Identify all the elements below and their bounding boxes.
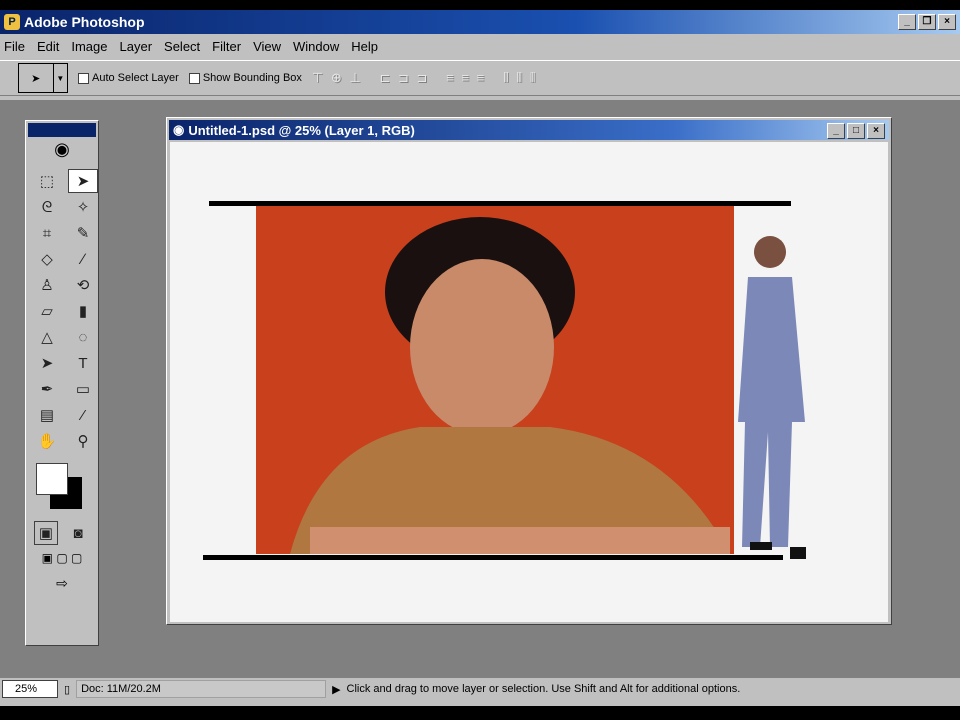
status-menu-arrow-icon[interactable]: ▶ — [332, 683, 340, 696]
toolbox-header — [28, 123, 96, 137]
minimize-button[interactable]: _ — [898, 14, 916, 30]
mask-modes: ▣ ◙ — [26, 521, 98, 545]
menu-edit[interactable]: Edit — [37, 39, 59, 54]
auto-select-layer-checkbox[interactable]: Auto Select Layer — [78, 72, 179, 84]
foreground-color[interactable] — [36, 463, 68, 495]
menu-help[interactable]: Help — [351, 39, 378, 54]
align-buttons[interactable]: ⊤ ⊕ ⊥ ⊏ ⊐ ⊐ ≡ ≡ ≡ ⦀ ⦀ ⦀ — [312, 70, 538, 86]
lasso-tool-icon[interactable]: ᘓ — [32, 195, 62, 219]
toolbox: ◉ ⬚ ➤ ᘓ ✧ ⌗ ✎ ◇ ∕ ♙ ⟲ ▱ ▮ △ ◌ ➤ T ✒ ▭ ▤ — [25, 120, 99, 646]
standard-mode-icon[interactable]: ▣ — [34, 521, 58, 545]
adobe-eye-icon[interactable]: ◉ — [26, 139, 98, 165]
color-swatches — [26, 457, 98, 513]
menu-window[interactable]: Window — [293, 39, 339, 54]
doc-info-icon[interactable]: ▯ — [64, 683, 70, 696]
app-title: Adobe Photoshop — [24, 14, 145, 30]
eyedropper-icon[interactable]: ⁄ — [68, 403, 98, 427]
move-tool-icon: ➤ — [19, 64, 54, 92]
arms — [310, 527, 730, 554]
auto-select-label: Auto Select Layer — [92, 72, 179, 84]
show-bounding-box-checkbox[interactable]: Show Bounding Box — [188, 72, 302, 84]
app-titlebar: P Adobe Photoshop _ ❐ × — [0, 10, 960, 34]
doc-minimize-button[interactable]: _ — [827, 123, 845, 139]
healing-brush-icon[interactable]: ◇ — [32, 247, 62, 271]
jump-to-imageready-icon[interactable]: ⇨ — [26, 575, 98, 592]
close-button[interactable]: × — [938, 14, 956, 30]
menu-bar: File Edit Image Layer Select Filter View… — [0, 35, 378, 57]
menu-filter[interactable]: Filter — [212, 39, 241, 54]
man-head — [754, 236, 786, 268]
doc-size[interactable]: Doc: 11M/20.2M — [76, 680, 327, 698]
zoom-tool-icon[interactable]: ⚲ — [68, 429, 98, 453]
history-brush-icon[interactable]: ⟲ — [68, 273, 98, 297]
menu-layer[interactable]: Layer — [120, 39, 153, 54]
clone-stamp-icon[interactable]: ♙ — [32, 273, 62, 297]
tool-preset-picker[interactable]: ➤ ▼ — [18, 63, 68, 93]
quick-mask-icon[interactable]: ◙ — [66, 521, 90, 545]
document-window: ◉ Untitled-1.psd @ 25% (Layer 1, RGB) _ … — [166, 117, 892, 625]
pen-tool-icon[interactable]: ✒ — [32, 377, 62, 401]
top-black-line — [209, 201, 791, 206]
bounding-box-label: Show Bounding Box — [202, 72, 302, 84]
menu-file[interactable]: File — [4, 39, 25, 54]
status-hint: Click and drag to move layer or selectio… — [346, 683, 741, 695]
canvas-artwork — [203, 201, 806, 560]
menu-select[interactable]: Select — [164, 39, 200, 54]
photoshop-window: P Adobe Photoshop _ ❐ × File Edit Image … — [0, 10, 960, 706]
menu-view[interactable]: View — [253, 39, 281, 54]
document-icon: ◉ — [173, 122, 185, 137]
zoom-field[interactable]: 25% — [2, 680, 58, 698]
man-suit — [738, 277, 805, 547]
status-bar: 25% ▯ Doc: 11M/20.2M ▶ Click and drag to… — [0, 678, 960, 700]
hand-tool-icon[interactable]: ✋ — [32, 429, 62, 453]
gradient-icon[interactable]: ▮ — [68, 299, 98, 323]
type-tool-icon[interactable]: T — [68, 351, 98, 375]
move-tool-icon[interactable]: ➤ — [68, 169, 98, 193]
screen-modes[interactable]: ▣ ▢ ▢ — [26, 551, 98, 565]
slice-tool-icon[interactable]: ✎ — [68, 221, 98, 245]
workspace: ◉ ⬚ ➤ ᘓ ✧ ⌗ ✎ ◇ ∕ ♙ ⟲ ▱ ▮ △ ◌ ➤ T ✒ ▭ ▤ — [0, 100, 960, 678]
crop-tool-icon[interactable]: ⌗ — [32, 221, 62, 245]
blur-icon[interactable]: △ — [32, 325, 62, 349]
document-title: Untitled-1.psd @ 25% (Layer 1, RGB) — [188, 122, 415, 138]
eraser-icon[interactable]: ▱ — [32, 299, 62, 323]
brush-tool-icon[interactable]: ∕ — [68, 247, 98, 271]
menu-image[interactable]: Image — [71, 39, 107, 54]
face — [410, 259, 554, 435]
dodge-icon[interactable]: ◌ — [68, 325, 98, 349]
document-titlebar[interactable]: ◉ Untitled-1.psd @ 25% (Layer 1, RGB) _ … — [169, 120, 889, 140]
chevron-down-icon[interactable]: ▼ — [54, 64, 67, 92]
restore-button[interactable]: ❐ — [918, 14, 936, 30]
path-select-icon[interactable]: ➤ — [32, 351, 62, 375]
magic-wand-icon[interactable]: ✧ — [68, 195, 98, 219]
image-canvas[interactable] — [170, 142, 888, 622]
bottom-black-line — [203, 555, 783, 560]
doc-close-button[interactable]: × — [867, 123, 885, 139]
doc-maximize-button[interactable]: □ — [847, 123, 865, 139]
shape-tool-icon[interactable]: ▭ — [68, 377, 98, 401]
photoshop-icon: P — [4, 14, 20, 30]
notes-icon[interactable]: ▤ — [32, 403, 62, 427]
options-bar: ➤ ▼ Auto Select Layer Show Bounding Box … — [0, 60, 960, 96]
marquee-tool-icon[interactable]: ⬚ — [32, 169, 62, 193]
